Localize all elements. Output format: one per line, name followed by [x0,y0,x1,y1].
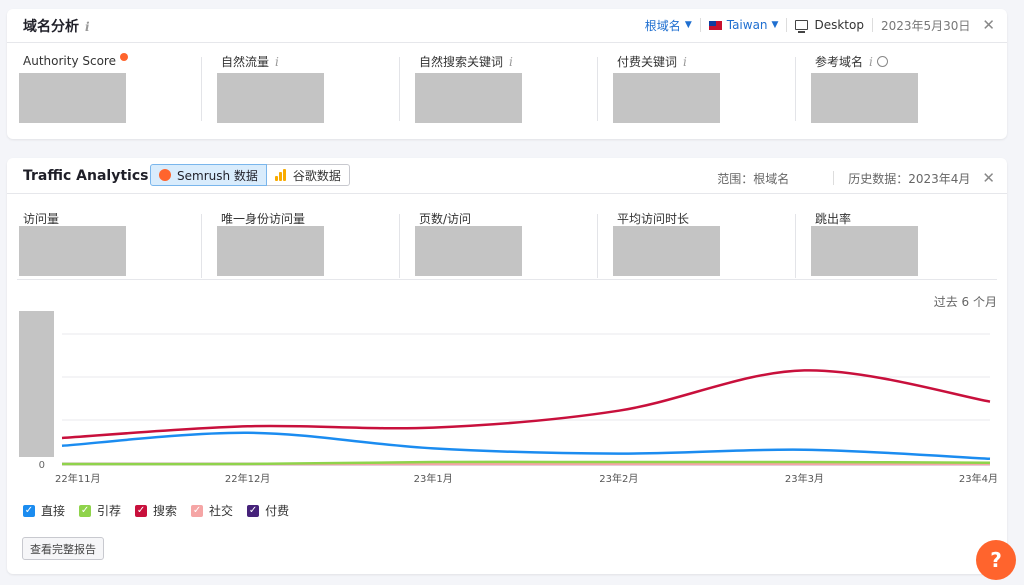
metric-authority-score[interactable]: Authority Score [7,53,205,133]
domain-overview-header: 域名分析 i 根域名 ▼ Taiwan ▼ Desktop 2023年5月30日 ✕ [7,9,1007,43]
device-label: Desktop [795,18,864,33]
legend-item-1[interactable]: ✓ 引荐 [79,502,121,519]
authority-score-icon [119,53,128,61]
metric-value-placeholder [811,73,918,123]
domain-metrics: Authority Score 自然流量 i 自然搜索关键词 i 付费关键词 i 参考… [7,53,1007,133]
date-label: 2023年5月30日 [880,18,971,33]
view-full-report-button[interactable]: 查看完整报告 [22,537,104,560]
metric-organic-keywords[interactable]: 自然搜索关键词 i [399,53,601,133]
metric-value-placeholder [19,73,126,123]
x-tick-label: 23年4月 [959,472,998,485]
legend-label: 搜索 [153,504,178,518]
metric-value-placeholder [415,73,522,123]
checkbox-icon[interactable]: ✓ [247,504,260,517]
legend-item-4[interactable]: ✓ 付费 [247,502,289,519]
y-axis-placeholder [19,311,54,457]
taiwan-flag-icon [708,20,722,30]
domain-filters: 根域名 ▼ Taiwan ▼ Desktop 2023年5月30日 ✕ [645,16,995,34]
chevron-down-icon: ▼ [771,20,779,30]
x-tick-label: 22年12月 [225,472,270,485]
traffic-line-chart: 0 22年11月 22年12月 23年1月 23年2月 23年3月 23年4月 [19,311,998,485]
metric-referring-domains[interactable]: 参考域名 i [795,53,997,133]
legend-item-3[interactable]: ✓ 社交 [191,502,233,519]
checkbox-icon[interactable]: ✓ [191,504,204,517]
legend-item-0[interactable]: ✓ 直接 [23,502,65,519]
series-line-2[interactable] [61,369,991,440]
chart-legend: ✓ 直接 ✓ 引荐 ✓ 搜索 ✓ 社交 ✓ 付费 [23,502,303,519]
metric-value-placeholder [613,73,720,123]
metric-paid-keywords[interactable]: 付费关键词 i [597,53,799,133]
chevron-down-icon: ▼ [684,20,692,30]
x-tick-label: 23年1月 [414,472,453,485]
metric-value-placeholder [217,73,324,123]
x-tick-label: 23年3月 [785,472,824,485]
legend-label: 直接 [41,504,66,518]
domain-overview-card: 域名分析 i 根域名 ▼ Taiwan ▼ Desktop 2023年5月30日 ✕ … [7,9,1007,139]
checkbox-icon[interactable]: ✓ [79,504,92,517]
help-button[interactable]: ? [976,540,1016,580]
info-icon[interactable]: i [683,55,687,69]
info-icon[interactable]: i [85,20,90,34]
x-tick-label: 22年11月 [55,472,100,485]
globe-icon [876,56,888,67]
x-tick-label: 23年2月 [599,472,638,485]
info-icon[interactable]: i [509,55,513,69]
legend-label: 付费 [265,504,290,518]
legend-label: 引荐 [97,504,122,518]
traffic-analytics-card: Traffic Analyticsi Semrush 数据 谷歌数据 范围：根域… [7,158,1007,574]
info-icon[interactable]: i [869,55,873,69]
series-line-0[interactable] [61,431,991,461]
checkbox-icon[interactable]: ✓ [23,504,35,517]
legend-label: 社交 [209,504,234,518]
info-icon[interactable]: i [275,55,279,69]
desktop-icon [795,20,809,33]
y-tick-label: 0 [39,460,45,471]
domain-overview-title: 域名分析 i [23,19,90,35]
legend-item-2[interactable]: ✓ 搜索 [135,502,177,519]
scope-dropdown[interactable]: 根域名 ▼ [645,17,692,34]
metric-organic-traffic[interactable]: 自然流量 i [201,53,403,133]
close-icon[interactable]: ✕ [982,16,995,34]
checkbox-icon[interactable]: ✓ [135,504,148,517]
country-dropdown[interactable]: Taiwan ▼ [708,18,779,32]
